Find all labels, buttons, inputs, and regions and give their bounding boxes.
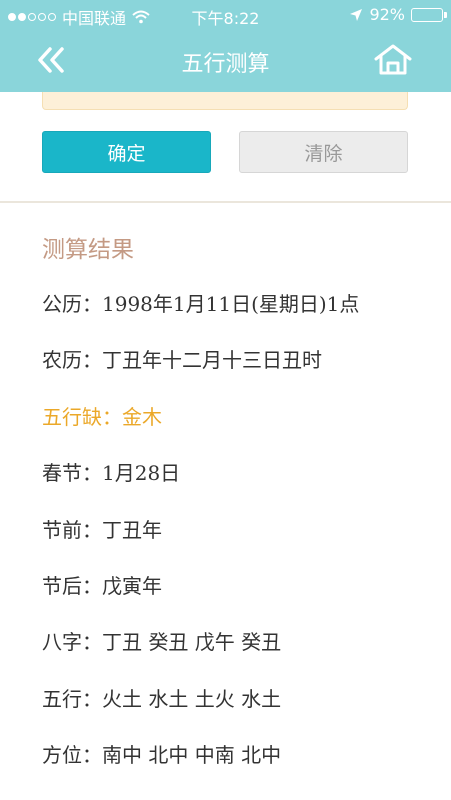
home-icon[interactable]	[373, 42, 413, 78]
row-value: 丁丑年	[102, 518, 162, 542]
row-label: 八字：	[42, 630, 102, 654]
row-value: 1月28日	[102, 461, 181, 485]
app-header: 中国联通 下午8:22 92% 五行测算	[0, 0, 451, 92]
row-value: 丁丑年十二月十三日丑时	[102, 348, 322, 372]
row-label: 节前：	[42, 518, 102, 542]
section-divider	[0, 201, 451, 203]
row-label: 节后：	[42, 574, 102, 598]
status-right: 92%	[349, 5, 447, 24]
row-value: 1998年1月11日(星期日)1点	[102, 292, 360, 316]
row-value: 戊寅年	[102, 574, 162, 598]
result-row-after-festival: 节后：戊寅年	[42, 570, 162, 599]
location-arrow-icon	[350, 8, 363, 21]
clear-button[interactable]: 清除	[239, 131, 408, 173]
double-chevron-left-icon[interactable]	[34, 42, 74, 78]
row-value: 金木	[122, 405, 162, 429]
row-value: 丁丑 癸丑 戊午 癸丑	[102, 630, 282, 654]
result-row-bazi: 八字：丁丑 癸丑 戊午 癸丑	[42, 626, 281, 655]
row-label: 春节：	[42, 461, 102, 485]
row-value: 火土 水土 土火 水土	[102, 687, 282, 711]
row-label: 方位：	[42, 743, 102, 767]
confirm-button[interactable]: 确定	[42, 131, 211, 173]
nav-bar: 五行测算	[0, 30, 451, 92]
result-row-direction: 方位：南中 北中 中南 北中	[42, 739, 281, 768]
row-label: 五行缺：	[42, 405, 122, 429]
result-row-spring-festival: 春节：1月28日	[42, 457, 180, 486]
row-value: 南中 北中 中南 北中	[102, 743, 282, 767]
result-row-solar-date: 公历：1998年1月11日(星期日)1点	[42, 288, 359, 317]
battery-icon	[411, 7, 447, 22]
row-label: 农历：	[42, 348, 102, 372]
result-row-five-elements: 五行：火土 水土 土火 水土	[42, 683, 281, 712]
row-label: 五行：	[42, 687, 102, 711]
status-bar: 中国联通 下午8:22 92%	[0, 0, 451, 30]
result-row-lunar-date: 农历：丁丑年十二月十三日丑时	[42, 344, 322, 373]
row-label: 公历：	[42, 292, 102, 316]
result-row-before-festival: 节前：丁丑年	[42, 514, 162, 543]
input-panel-edge	[42, 92, 408, 110]
battery-percent: 92%	[369, 5, 405, 24]
result-section-title: 测算结果	[42, 237, 134, 263]
result-row-missing-elements: 五行缺：金木	[42, 401, 162, 430]
